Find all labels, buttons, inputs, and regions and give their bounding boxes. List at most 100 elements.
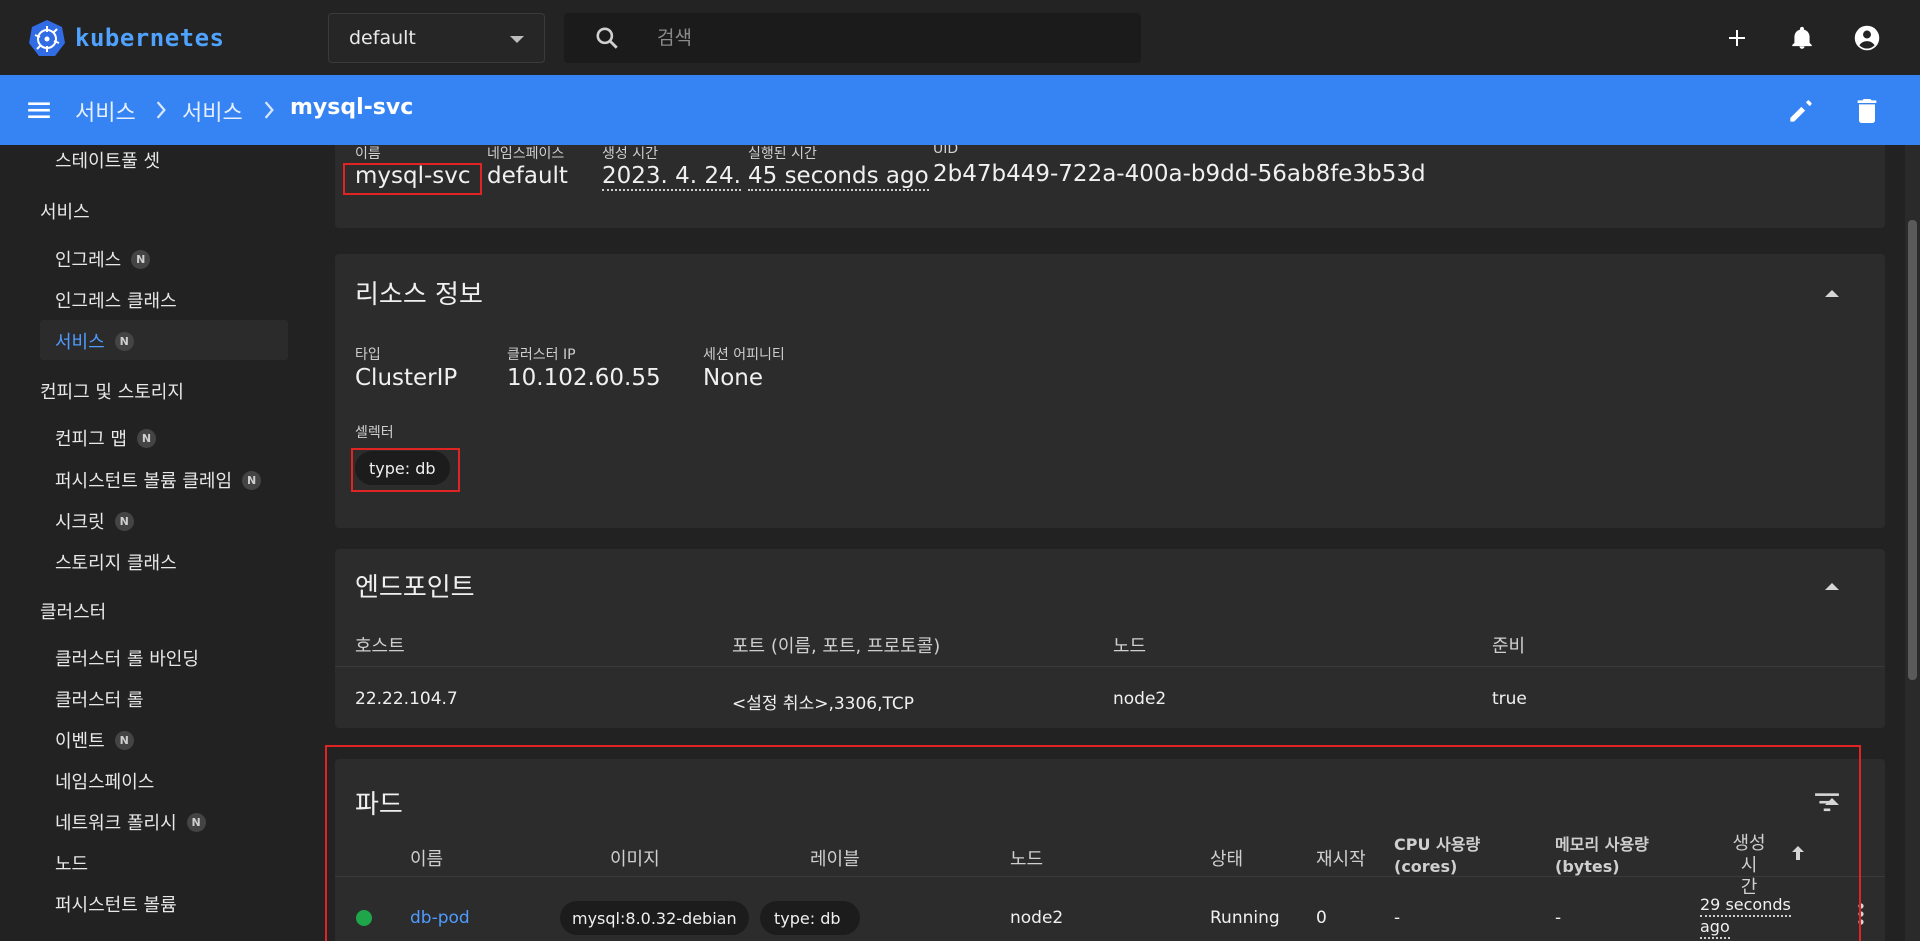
sidebar-item-label: 스토리지 클래스	[55, 553, 177, 574]
chevron-up-icon[interactable]	[1825, 290, 1839, 297]
breadcrumb-services-1[interactable]: 서비스	[75, 95, 136, 127]
resource-info-title: 리소스 정보	[355, 280, 483, 310]
header-bar: 서비스 서비스 mysql-svc	[0, 75, 1920, 145]
top-bar: kubernetes default	[0, 0, 1920, 75]
created-value: 2023. 4. 24.	[602, 163, 741, 191]
uid-value: 2b47b449-722a-400a-b9dd-56ab8fe3b53d	[933, 161, 1426, 187]
sidebar-item-label: 퍼시스턴트 볼륨 클레임	[55, 471, 233, 492]
session-affinity-label: 세션 어피니티	[703, 347, 785, 363]
new-badge: N	[114, 511, 134, 531]
sidebar-item-statefulsets[interactable]: 스테이트풀 셋	[55, 147, 160, 173]
type-label: 타입	[355, 347, 381, 363]
age-label: 실행된 시간	[748, 146, 817, 162]
cluster-ip-value: 10.102.60.55	[507, 365, 661, 391]
sidebar-item-namespaces[interactable]: 네임스페이스	[55, 768, 154, 794]
highlight-box-pods	[325, 745, 1861, 941]
endpoints-card: 엔드포인트 호스트 포트 (이름, 포트, 프로토콜) 노드 준비 22.22.…	[335, 549, 1885, 728]
kubernetes-icon	[29, 20, 65, 56]
new-badge: N	[186, 812, 206, 832]
sidebar-item-label: 클러스터 롤 바인딩	[55, 649, 199, 670]
sidebar-item-secrets[interactable]: 시크릿 N	[55, 508, 134, 534]
new-badge: N	[242, 470, 262, 490]
col-host: 호스트	[355, 636, 405, 657]
menu-icon[interactable]	[26, 97, 52, 123]
sidebar-item-label: 시크릿	[55, 512, 105, 533]
sidebar-item-pvcs[interactable]: 퍼시스턴트 볼륨 클레임 N	[55, 467, 262, 493]
sidebar-item-label: 컨피그 맵	[55, 429, 127, 450]
col-node: 노드	[1113, 636, 1147, 657]
sidebar-item-events[interactable]: 이벤트 N	[55, 727, 134, 753]
endpoint-host: 22.22.104.7	[355, 689, 458, 709]
chevron-down-icon	[510, 36, 524, 43]
uid-label: UID	[933, 145, 959, 157]
highlight-box-name	[343, 163, 482, 195]
col-ports: 포트 (이름, 포트, 프로토콜)	[732, 636, 941, 657]
sidebar-item-cluster-role-bindings[interactable]: 클러스터 롤 바인딩	[55, 645, 199, 671]
notifications-icon[interactable]	[1786, 22, 1818, 54]
sidebar-item-label: 클러스터 롤	[55, 690, 144, 711]
breadcrumb-services-2[interactable]: 서비스	[182, 95, 243, 127]
sidebar-item-cluster-roles[interactable]: 클러스터 롤	[55, 686, 144, 712]
edit-icon[interactable]	[1785, 95, 1817, 127]
search-input[interactable]	[657, 23, 1117, 53]
highlight-box-selector	[351, 448, 460, 492]
search-icon	[596, 27, 618, 49]
new-badge: N	[114, 730, 134, 750]
sidebar-item-ingress-classes[interactable]: 인그레스 클래스	[55, 287, 177, 313]
account-icon[interactable]	[1851, 22, 1883, 54]
metadata-card: 이름 mysql-svc 네임스페이스 default 생성 시간 2023. …	[335, 145, 1885, 228]
sidebar: 스테이트풀 셋 서비스 인그레스 N 인그레스 클래스 서비스 N 컨피그 및 스토…	[0, 145, 300, 941]
sidebar-item-label: 인그레스	[55, 250, 122, 271]
sidebar-item-ingresses[interactable]: 인그레스 N	[55, 246, 151, 272]
breadcrumb-current: mysql-svc	[290, 95, 414, 120]
sidebar-item-network-policies[interactable]: 네트워크 폴리시 N	[55, 809, 206, 835]
col-ready: 준비	[1492, 636, 1526, 657]
resource-info-card: 리소스 정보 타입 ClusterIP 클러스터 IP 10.102.60.55…	[335, 254, 1885, 528]
namespace-label: 네임스페이스	[487, 146, 565, 162]
search-box	[564, 13, 1141, 63]
sidebar-item-label: 스테이트풀 셋	[55, 151, 161, 172]
brand-name: kubernetes	[75, 24, 225, 52]
sidebar-item-services[interactable]: 서비스 N	[55, 328, 134, 354]
created-label: 생성 시간	[602, 146, 658, 162]
sidebar-item-configmaps[interactable]: 컨피그 맵 N	[55, 425, 156, 451]
sidebar-group-cluster: 클러스터	[40, 602, 107, 623]
endpoint-node: node2	[1113, 689, 1167, 709]
age-value: 45 seconds ago	[748, 163, 929, 191]
sidebar-item-label: 퍼시스턴트 볼륨	[55, 895, 177, 916]
sidebar-item-persistent-volumes[interactable]: 퍼시스턴트 볼륨	[55, 891, 177, 917]
sidebar-item-label: 노드	[55, 854, 89, 875]
new-badge: N	[136, 428, 156, 448]
scrollbar-thumb[interactable]	[1908, 220, 1917, 680]
endpoint-ports: <설정 취소>,3306,TCP	[732, 694, 915, 714]
new-badge: N	[131, 249, 151, 269]
new-badge: N	[114, 331, 134, 351]
cluster-ip-label: 클러스터 IP	[507, 347, 576, 363]
sidebar-item-label: 이벤트	[55, 731, 105, 752]
sidebar-item-label: 네임스페이스	[55, 772, 155, 793]
sidebar-item-storage-classes[interactable]: 스토리지 클래스	[55, 549, 177, 575]
sidebar-item-label: 인그레스 클래스	[55, 291, 177, 312]
type-value: ClusterIP	[355, 365, 458, 391]
kubernetes-logo[interactable]: kubernetes	[27, 18, 225, 58]
sidebar-group-service: 서비스	[40, 202, 90, 223]
name-label: 이름	[355, 146, 381, 162]
namespace-select[interactable]: default	[328, 13, 545, 63]
sidebar-item-nodes[interactable]: 노드	[55, 850, 88, 876]
sidebar-group-config-storage: 컨피그 및 스토리지	[40, 382, 184, 403]
chevron-right-icon	[264, 101, 274, 119]
chevron-up-icon[interactable]	[1825, 583, 1839, 590]
namespace-value[interactable]: default	[487, 163, 568, 189]
delete-icon[interactable]	[1851, 95, 1883, 127]
main-content: 이름 mysql-svc 네임스페이스 default 생성 시간 2023. …	[300, 145, 1905, 941]
divider	[335, 666, 1885, 667]
sidebar-item-label: 서비스	[55, 332, 105, 353]
session-affinity-value: None	[703, 365, 764, 391]
sidebar-item-label: 네트워크 폴리시	[55, 813, 177, 834]
namespace-value: default	[349, 27, 416, 49]
add-icon[interactable]	[1721, 22, 1753, 54]
endpoints-title: 엔드포인트	[355, 573, 475, 603]
selector-label: 셀렉터	[355, 425, 394, 441]
chevron-right-icon	[156, 101, 166, 119]
endpoint-ready: true	[1492, 689, 1527, 709]
